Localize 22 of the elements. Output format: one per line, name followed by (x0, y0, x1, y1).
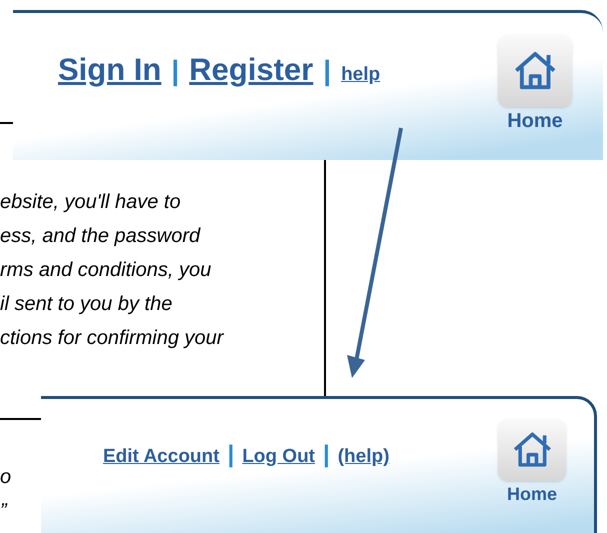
header-link[interactable]: Sign In (58, 47, 162, 94)
text-line: ” (0, 499, 8, 524)
header-link[interactable]: Log Out (242, 443, 315, 472)
separator: | (227, 440, 234, 470)
header-link[interactable]: help (341, 61, 380, 90)
home-label: Home (507, 111, 563, 131)
text-line: o (0, 465, 12, 490)
header-link[interactable]: (help) (338, 443, 390, 472)
text-line: il sent to you by the (0, 292, 174, 317)
home-button[interactable] (498, 35, 572, 107)
home-icon (512, 431, 552, 469)
separator: | (171, 54, 180, 88)
text-line: ess, and the password (0, 224, 202, 249)
header-link[interactable]: Edit Account (103, 443, 220, 472)
separator: | (323, 440, 330, 470)
header-link[interactable]: Register (189, 47, 314, 94)
text-line: rms and conditions, you (0, 258, 212, 283)
text-line: ctions for confirming your (0, 326, 224, 351)
home-label: Home (506, 485, 557, 503)
home-button[interactable] (498, 419, 566, 481)
text-line: ebsite, you'll have to (0, 190, 182, 215)
separator: | (323, 54, 332, 88)
